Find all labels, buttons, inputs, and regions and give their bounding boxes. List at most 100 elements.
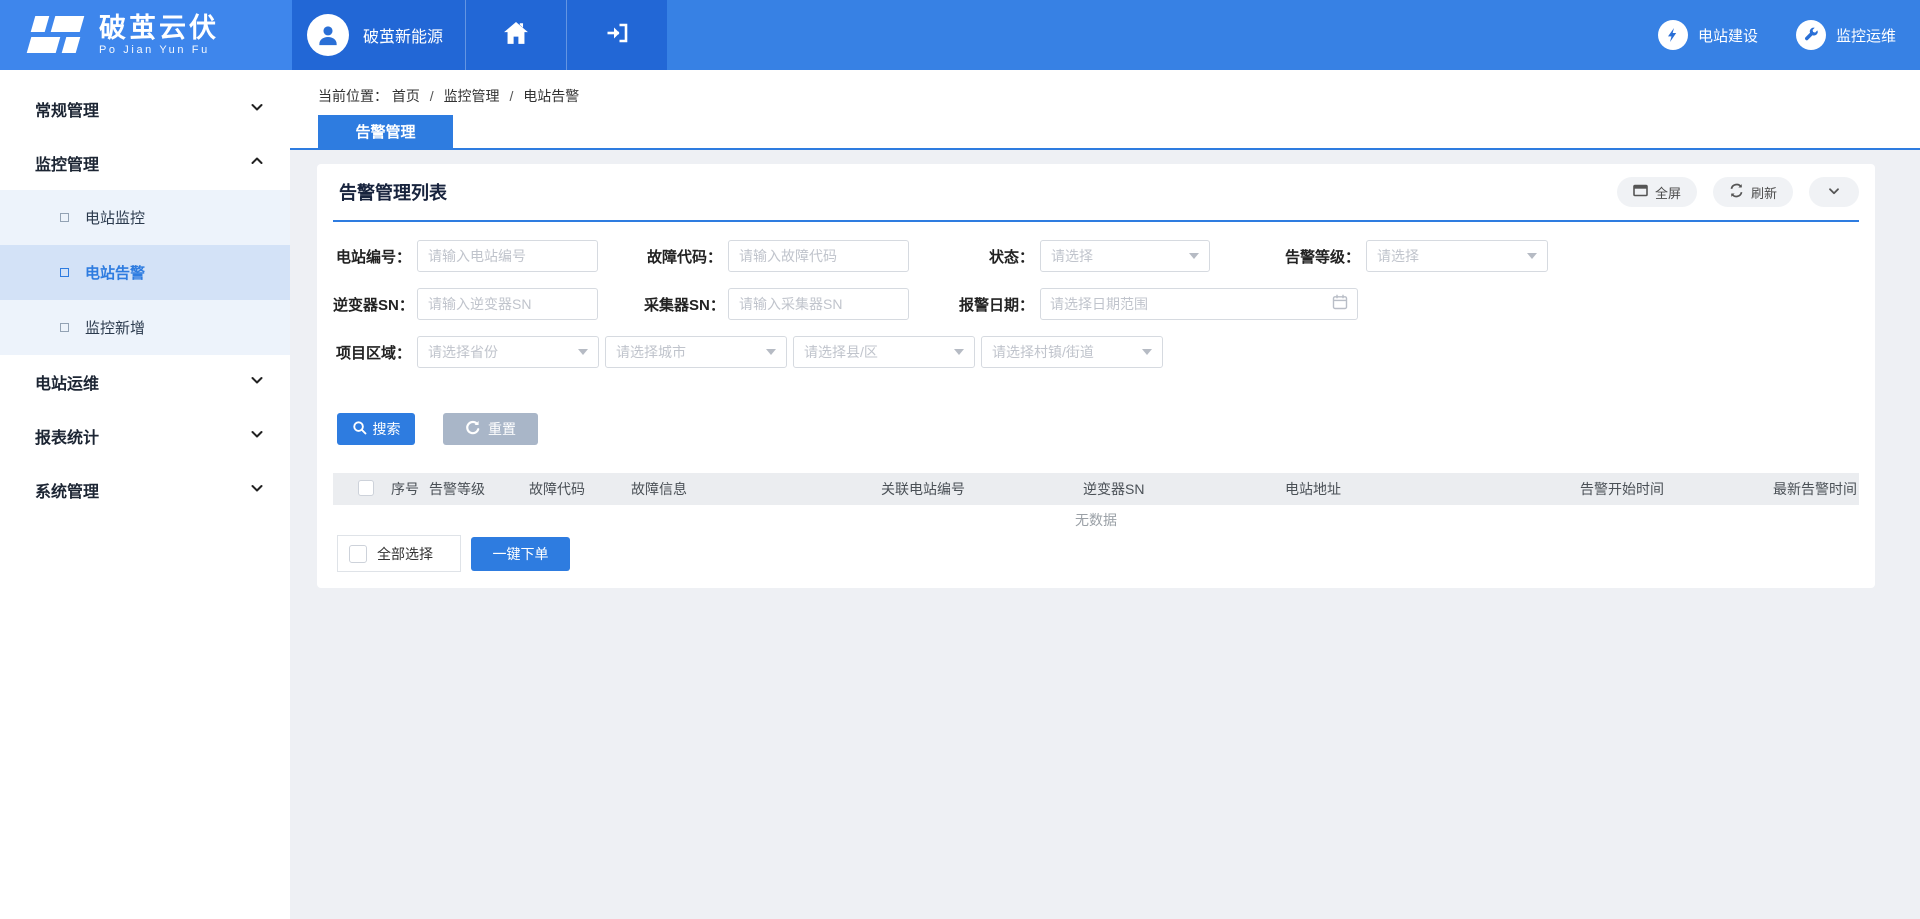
county-select[interactable]: 请选择县/区 <box>793 336 975 368</box>
reset-label: 重置 <box>488 419 516 439</box>
sidebar-subitem-label: 电站告警 <box>85 262 145 283</box>
sidebar-item-monitor-add[interactable]: 监控新增 <box>0 300 290 355</box>
wrench-icon <box>1796 20 1826 50</box>
alarm-level-placeholder: 请选择 <box>1377 246 1419 266</box>
select-all-checkbox[interactable] <box>349 545 367 563</box>
square-bullet-icon <box>60 323 69 332</box>
station-no-input[interactable] <box>417 240 598 272</box>
topbar-user-section: 破茧新能源 <box>292 0 667 70</box>
search-icon <box>352 420 367 438</box>
collector-sn-label: 采集器SN： <box>644 294 722 315</box>
sidebar-subitem-label: 监控新增 <box>85 317 145 338</box>
table-header: 序号 告警等级 故障代码 故障信息 关联电站编号 逆变器SN 电站地址 告警开始… <box>333 473 1859 505</box>
sidebar-item-system-management[interactable]: 系统管理 <box>0 463 290 517</box>
alarm-date-range-picker[interactable] <box>1040 288 1358 320</box>
breadcrumb-separator: / <box>509 88 513 104</box>
town-select[interactable]: 请选择村镇/街道 <box>981 336 1163 368</box>
alarm-list-card: 告警管理列表 全屏 刷新 <box>317 164 1875 588</box>
city-placeholder: 请选择城市 <box>616 342 686 362</box>
alarm-level-select[interactable]: 请选择 <box>1366 240 1548 272</box>
filter-row-3: 项目区域： 请选择省份 请选择城市 请选择县/区 请选择村镇/街道 <box>333 336 1859 368</box>
login-button[interactable] <box>567 0 667 70</box>
filter-alarm-date: 报警日期： <box>956 288 1358 320</box>
logo-text: 破茧云伏 Po Jian Yun Fu <box>99 14 219 56</box>
logo-title: 破茧云伏 <box>99 14 219 42</box>
filter-actions: 搜索 重置 <box>333 413 1859 445</box>
collector-sn-input[interactable] <box>728 288 909 320</box>
home-button[interactable] <box>466 0 566 70</box>
card-toolbar: 全屏 刷新 <box>1617 177 1859 207</box>
sidebar-submenu: 电站监控 电站告警 监控新增 <box>0 190 290 355</box>
sidebar: 常规管理 监控管理 电站监控 电站告警 监控新增 电站运维 报表统计 <box>0 70 290 919</box>
nav-monitor-ops[interactable]: 监控运维 <box>1796 20 1896 50</box>
triangle-down-icon <box>1142 349 1152 355</box>
inverter-sn-label: 逆变器SN： <box>333 294 411 315</box>
user-avatar-icon <box>307 14 349 56</box>
header-select-all-checkbox[interactable] <box>358 480 374 496</box>
search-button[interactable]: 搜索 <box>337 413 415 445</box>
filter-fault-code: 故障代码： <box>644 240 909 272</box>
alarm-level-label: 告警等级： <box>1282 246 1360 267</box>
fullscreen-button[interactable]: 全屏 <box>1617 177 1697 207</box>
alarm-date-input[interactable] <box>1050 296 1332 312</box>
fault-code-input[interactable] <box>728 240 909 272</box>
topbar-right-nav: 电站建设 监控运维 <box>1658 0 1920 70</box>
sidebar-item-station-alarm[interactable]: 电站告警 <box>0 245 290 300</box>
sidebar-item-general-management[interactable]: 常规管理 <box>0 82 290 136</box>
chevron-down-icon <box>1827 184 1841 201</box>
one-click-order-label: 一键下单 <box>493 544 549 564</box>
refresh-button[interactable]: 刷新 <box>1713 177 1793 207</box>
triangle-down-icon <box>1189 253 1199 259</box>
select-all-control[interactable]: 全部选择 <box>337 535 461 572</box>
chevron-down-icon <box>250 427 264 446</box>
sidebar-item-monitor-management[interactable]: 监控管理 <box>0 136 290 190</box>
sidebar-item-station-ops[interactable]: 电站运维 <box>0 355 290 409</box>
collapse-panel-button[interactable] <box>1809 177 1859 207</box>
one-click-order-button[interactable]: 一键下单 <box>471 537 570 571</box>
sidebar-item-label: 报表统计 <box>35 424 99 448</box>
reset-icon <box>465 420 481 439</box>
square-bullet-icon <box>60 213 69 222</box>
filter-row-1: 电站编号： 故障代码： 状态： 请选择 告警等级： <box>333 240 1859 272</box>
user-menu[interactable]: 破茧新能源 <box>292 0 465 70</box>
topbar-spacer <box>667 0 1658 70</box>
card-title: 告警管理列表 <box>339 179 447 205</box>
chevron-down-icon <box>250 100 264 119</box>
app-logo[interactable]: 破茧云伏 Po Jian Yun Fu <box>0 0 292 70</box>
card-header: 告警管理列表 全屏 刷新 <box>333 164 1859 222</box>
chevron-down-icon <box>250 373 264 392</box>
province-select[interactable]: 请选择省份 <box>417 336 599 368</box>
sidebar-item-station-monitor[interactable]: 电站监控 <box>0 190 290 245</box>
status-placeholder: 请选择 <box>1051 246 1093 266</box>
filter-station-no: 电站编号： <box>333 240 598 272</box>
sidebar-subitem-label: 电站监控 <box>85 207 145 228</box>
tab-alarm-management[interactable]: 告警管理 <box>318 115 453 148</box>
column-header-fault-info: 故障信息 <box>631 479 687 499</box>
nav-station-build[interactable]: 电站建设 <box>1658 20 1758 50</box>
region-label: 项目区域： <box>333 342 411 363</box>
inverter-sn-input[interactable] <box>417 288 598 320</box>
filter-inverter-sn: 逆变器SN： <box>333 288 598 320</box>
company-name: 破茧新能源 <box>363 23 443 47</box>
breadcrumb-separator: / <box>430 88 434 104</box>
sidebar-item-report-statistics[interactable]: 报表统计 <box>0 409 290 463</box>
chevron-down-icon <box>250 481 264 500</box>
nav-monitor-ops-label: 监控运维 <box>1836 25 1896 46</box>
breadcrumb-station-alarm[interactable]: 电站告警 <box>523 88 579 104</box>
reset-button[interactable]: 重置 <box>443 413 538 445</box>
triangle-down-icon <box>578 349 588 355</box>
table-body-empty: 无数据 <box>333 505 1859 535</box>
column-header-latest-alarm-time: 最新告警时间 <box>1773 479 1857 499</box>
lightning-icon <box>1658 20 1688 50</box>
logo-icon <box>28 16 84 54</box>
filter-status: 状态： 请选择 <box>956 240 1210 272</box>
breadcrumb-monitor-management[interactable]: 监控管理 <box>444 88 500 104</box>
town-placeholder: 请选择村镇/街道 <box>992 342 1094 362</box>
status-select[interactable]: 请选择 <box>1040 240 1210 272</box>
fullscreen-icon <box>1633 184 1648 200</box>
breadcrumb-home[interactable]: 首页 <box>392 88 420 104</box>
select-all-label: 全部选择 <box>377 544 433 564</box>
city-select[interactable]: 请选择城市 <box>605 336 787 368</box>
status-label: 状态： <box>956 246 1034 267</box>
station-no-label: 电站编号： <box>333 246 411 267</box>
